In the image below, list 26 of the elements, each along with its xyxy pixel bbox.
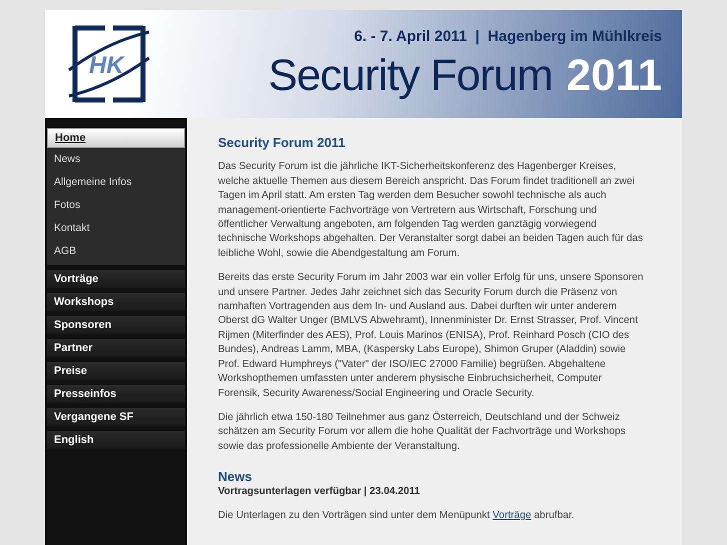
nav-item[interactable]: Partner bbox=[47, 339, 185, 357]
news-item-text: Die Unterlagen zu den Vorträgen sind unter dem Menüpunkt Vorträge abrufbar. bbox=[218, 508, 576, 523]
news-item-title: Vortragsunterlagen verfügbar | 23.04.2011 bbox=[218, 484, 421, 499]
body-paragraph: Bereits das erste Security Forum im Jahr 2003 war ein voller Erfolg für uns, unsere Sponsoren und unsere Partner. Jedes Jahr zeichnet sich das Security Forum durch die Präsenz von namhaften Vortragenden aus dem In- und Ausland aus. Dabei durften wir unter anderem Oberst dG Walter Unger (BMLVS Abwehramt), Innenminister Dr. Ernst Strasser, Prof. Vincent Rijmen (Miterfinder des AES), Prof. Louis Marinos (ENISA), Prof. Reinhard Posch (CIO des Bundes), Andreas Lamm, MBA, (Kaspersky Labs Europe), Shimon Gruper (Aladdin) sowie Prof. Edward Humphreys ("Vater" der ISO/IEC 27000 Familie) begrüßen. Abgehaltene Workshopthemen umfassten unter anderem physische Einbruchsicherheit, Computer Forensik, Security Awareness/Social Engineering und Oracle Security. bbox=[218, 271, 644, 400]
nav-subitem[interactable]: News bbox=[47, 148, 185, 171]
body-paragraph: Die jährlich etwa 150-180 Teilnehmer aus ganz Österreich, Deutschland und der Schweiz schätzen am Security Forum vor allem die hohe Qualität der Fachvorträge und Workshops sowie das professionelle Ambiente der Veranstaltung. bbox=[218, 410, 626, 454]
banner-title: Security Forum bbox=[268, 50, 553, 102]
nav-item[interactable]: Vorträge bbox=[47, 270, 185, 288]
nav-item[interactable]: English bbox=[47, 431, 185, 449]
page-heading: Security Forum 2011 bbox=[218, 136, 346, 150]
nav-subitem[interactable]: Kontakt bbox=[47, 217, 185, 240]
nav-subitem[interactable]: Fotos bbox=[47, 194, 185, 217]
nav-item[interactable]: Home bbox=[47, 128, 185, 148]
nav-item[interactable]: Sponsoren bbox=[47, 316, 185, 334]
event-date-location: 6. - 7. April 2011 | Hagenberg im Mühlkreis bbox=[354, 26, 662, 47]
nav-item[interactable]: Vergangene SF bbox=[47, 408, 185, 426]
news-heading: News bbox=[218, 470, 253, 485]
nav-item[interactable]: Preise bbox=[47, 362, 185, 380]
nav-subitem[interactable]: Allgemeine Infos bbox=[47, 171, 185, 194]
banner-year: 2011 bbox=[566, 50, 662, 102]
nav-item[interactable]: Workshops bbox=[47, 293, 185, 311]
logo-text: HK bbox=[89, 51, 124, 81]
nav-item[interactable]: Presseinfos bbox=[47, 385, 185, 403]
body-paragraph: Das Security Forum ist die jährliche IKT-Sicherheitskonferenz des Hagenberger Kreises, welche aktuelle Themen aus diesem Bereich anspricht. Das Forum findet traditionell an zwei Tagen im April statt. Am ersten Tag werden dem Besucher sowohl technische als auch management-orientierte Fachvorträge von Vertretern aus Wirtschaft, Forschung und öffentlicher Verwaltung angeboten, am folgenden Tag werden ganztägig vorwiegend technische Workshops abgehalten. Der Veranstalter sorgt dabei an beiden Tagen auch für das leibliche Wohl, sowie die Abendgestaltung am Forum. bbox=[218, 160, 644, 261]
vortraege-link[interactable]: Vorträge bbox=[492, 510, 532, 521]
nav-subitem[interactable]: AGB bbox=[47, 240, 185, 263]
